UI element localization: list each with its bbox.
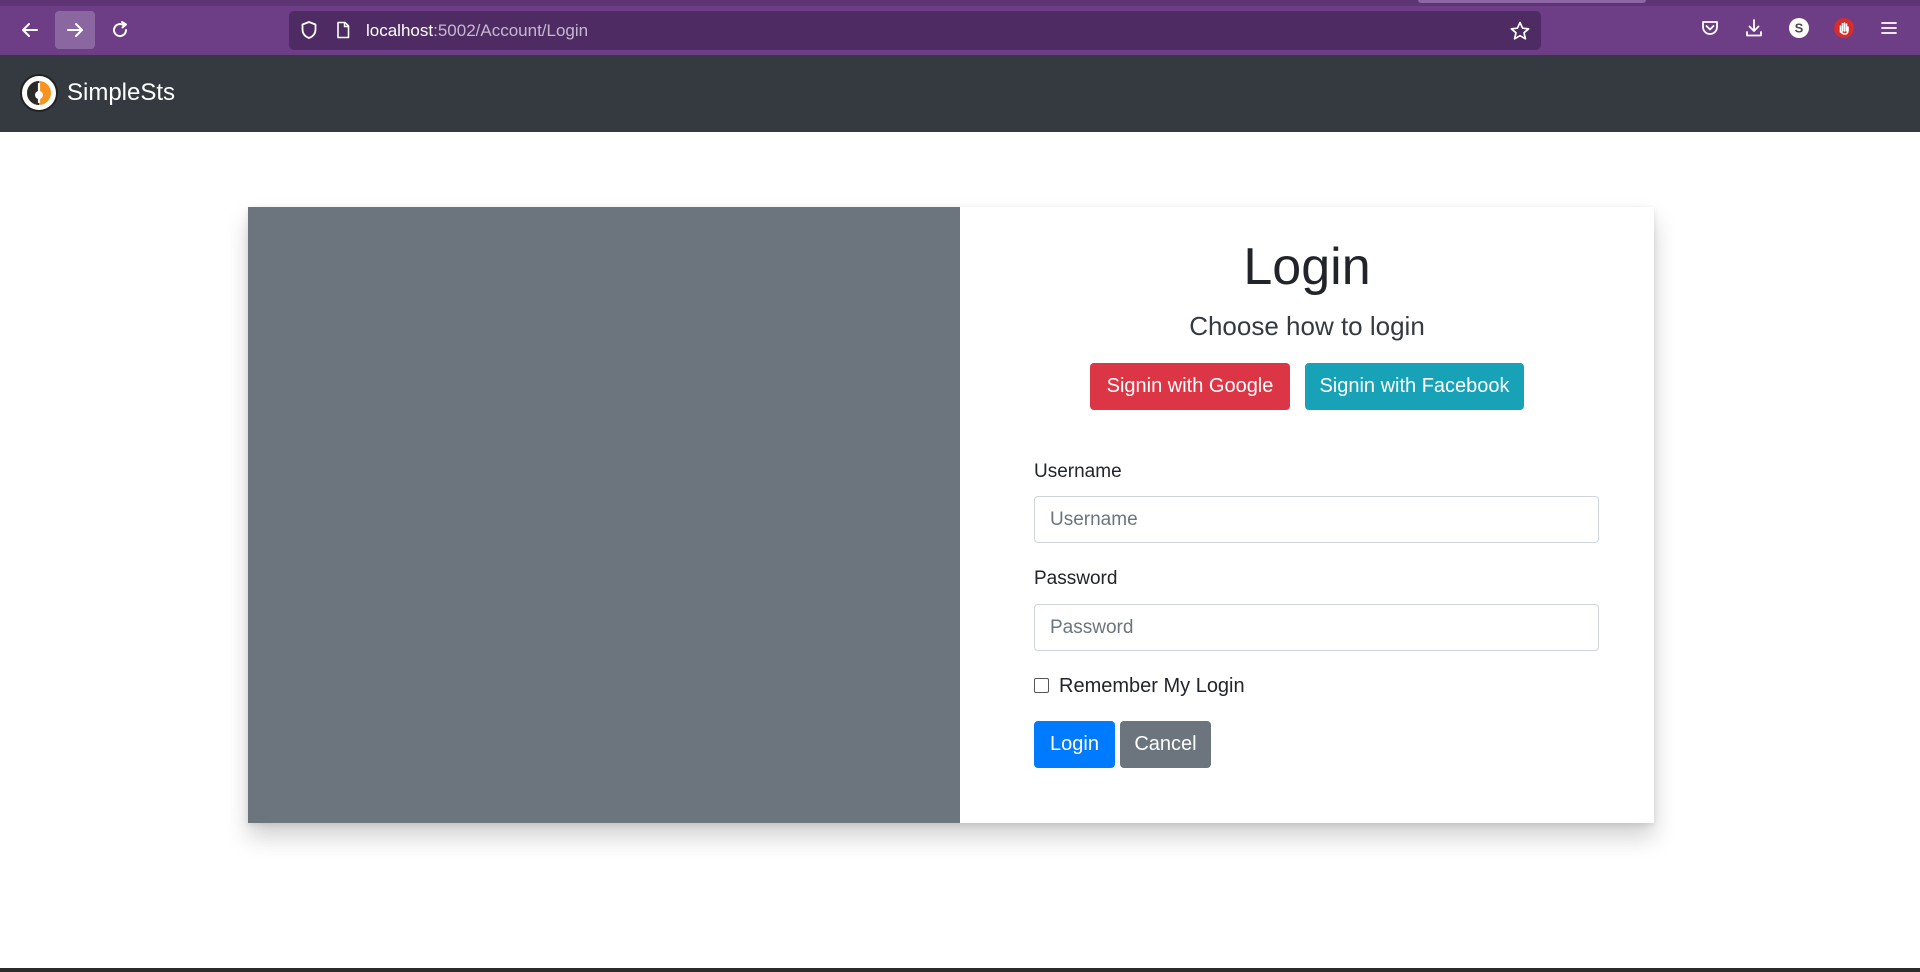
- tab-strip: [0, 0, 1920, 6]
- account-initial: S: [1795, 21, 1804, 36]
- address-bar[interactable]: localhost:5002/Account/Login: [289, 11, 1541, 50]
- page-title: Login: [1243, 238, 1371, 296]
- remember-login-label[interactable]: Remember My Login: [1059, 675, 1245, 698]
- extension-button[interactable]: [1833, 17, 1855, 39]
- account-icon: S: [1789, 18, 1809, 38]
- reload-icon: [113, 21, 128, 38]
- arrow-left-icon: [22, 23, 38, 37]
- external-login-buttons: Signin with Google Signin with Facebook: [960, 363, 1654, 410]
- brand-logo-icon: [20, 74, 58, 112]
- login-button[interactable]: Login: [1034, 721, 1115, 768]
- remember-login-checkbox[interactable]: [1034, 678, 1049, 693]
- login-image-panel: [248, 207, 960, 823]
- username-label: Username: [1034, 461, 1122, 482]
- hand-stop-icon: [1834, 18, 1854, 38]
- login-subtitle: Choose how to login: [1189, 311, 1425, 341]
- remember-login-row[interactable]: Remember My Login: [1034, 675, 1245, 698]
- login-card: Login Choose how to login Signin with Go…: [248, 207, 1654, 823]
- tab-indicator[interactable]: [1418, 0, 1646, 3]
- hamburger-menu-icon: [1881, 22, 1897, 34]
- brand-link[interactable]: SimpleSts: [20, 74, 175, 112]
- password-label: Password: [1034, 568, 1118, 589]
- arrow-right-icon: [67, 23, 83, 37]
- username-input[interactable]: [1034, 496, 1599, 543]
- app-navbar: SimpleSts: [0, 55, 1920, 132]
- url-text[interactable]: localhost:5002/Account/Login: [366, 11, 588, 50]
- google-signin-button[interactable]: Signin with Google: [1090, 363, 1290, 410]
- forward-button[interactable]: [55, 11, 95, 49]
- back-button[interactable]: [10, 11, 50, 49]
- login-form-panel: Login Choose how to login Signin with Go…: [960, 207, 1654, 823]
- url-path: :5002/Account/Login: [433, 21, 589, 40]
- shield-icon[interactable]: [299, 20, 319, 40]
- form-actions: Login Cancel: [1034, 721, 1211, 768]
- url-host: localhost: [366, 21, 434, 40]
- facebook-signin-button[interactable]: Signin with Facebook: [1305, 363, 1524, 410]
- browser-toolbar: localhost:5002/Account/Login S: [0, 0, 1920, 55]
- page-icon[interactable]: [333, 20, 353, 40]
- account-button[interactable]: S: [1788, 17, 1810, 39]
- window-bottom-edge: [0, 968, 1920, 972]
- menu-button[interactable]: [1878, 17, 1900, 39]
- pocket-button[interactable]: [1699, 17, 1721, 39]
- download-icon: [1746, 19, 1762, 37]
- password-input[interactable]: [1034, 604, 1599, 651]
- downloads-button[interactable]: [1743, 17, 1765, 39]
- brand-name: SimpleSts: [67, 79, 176, 106]
- pocket-icon: [1702, 21, 1718, 35]
- cancel-button[interactable]: Cancel: [1120, 721, 1211, 768]
- star-icon[interactable]: [1509, 20, 1531, 42]
- reload-button[interactable]: [100, 11, 140, 49]
